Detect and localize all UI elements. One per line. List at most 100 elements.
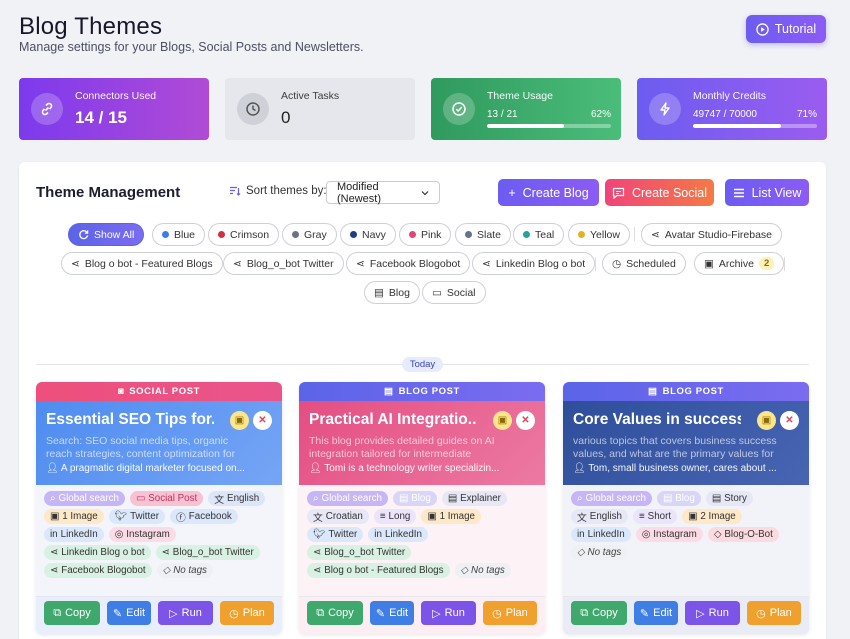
- filter-archive[interactable]: ▣ Archive 2: [694, 252, 785, 275]
- share-icon: ⋖: [356, 257, 365, 270]
- plan-button[interactable]: ◷ Plan: [483, 601, 537, 625]
- refresh-icon: [78, 229, 89, 240]
- filter-blue[interactable]: Blue: [152, 223, 206, 246]
- progress-bar: [693, 124, 817, 128]
- stat-percent: 62%: [590, 109, 611, 120]
- chevron-down-icon: [421, 190, 429, 196]
- plan-button[interactable]: ◷ Plan: [220, 601, 274, 625]
- sort-select[interactable]: Modified (Newest): [326, 181, 440, 205]
- edit-button[interactable]: ✎ Edit: [634, 601, 678, 625]
- tag: 文 English: [571, 509, 628, 524]
- tag: 文 English: [208, 491, 266, 506]
- filter-crimson[interactable]: Crimson: [208, 223, 280, 246]
- edit-button[interactable]: ✎ Edit: [107, 601, 151, 625]
- filter-scheduled[interactable]: ◷ Scheduled: [602, 252, 686, 275]
- card-actions: ⧉ Copy ✎ Edit ▷ Run ◷ Plan: [36, 596, 282, 634]
- card-author: 👤︎ Tom, small business owner, cares abou…: [573, 463, 777, 474]
- color-dot: [523, 231, 530, 238]
- tutorial-button[interactable]: Tutorial: [746, 15, 826, 43]
- tag: ⋖ Blog_o_bot Twitter: [307, 545, 412, 560]
- create-blog-button[interactable]: + Create Blog: [498, 179, 599, 206]
- filter-blog[interactable]: ▤ Blog: [364, 281, 420, 304]
- archive-button[interactable]: ▣: [493, 411, 512, 430]
- card-hero: Practical AI Integratio... This blog pro…: [299, 401, 545, 485]
- sort-label: Sort themes by:: [229, 185, 327, 197]
- color-dot: [292, 231, 299, 238]
- tag: ◇ No tags: [571, 545, 628, 560]
- user-icon: 👤︎: [573, 463, 589, 474]
- archive-button[interactable]: ▣: [757, 411, 776, 430]
- list-view-button[interactable]: List View: [725, 179, 809, 206]
- card-type-banner: ▤ BLOG POST: [299, 382, 545, 401]
- clock-icon: ◷: [612, 257, 622, 270]
- run-button[interactable]: ▷ Run: [421, 601, 476, 625]
- filter-navy[interactable]: Navy: [340, 223, 396, 246]
- tag: ▣ 2 Image: [682, 509, 742, 524]
- filter-connector-avatar-studio[interactable]: ⋖ Avatar Studio-Firebase: [641, 223, 783, 246]
- stat-connectors: Connectors Used 14 / 15: [19, 78, 209, 140]
- filter-show-all[interactable]: Show All: [68, 223, 145, 246]
- close-button[interactable]: ✕: [253, 411, 272, 430]
- card-actions: ⧉ Copy ✎ Edit ▷ Run ◷ Plan: [299, 596, 545, 634]
- filter-connector-linkedin[interactable]: ⋖ Linkedin Blog o bot: [472, 252, 596, 275]
- stat-label: Theme Usage: [487, 90, 553, 102]
- filter-yellow[interactable]: Yellow: [568, 223, 630, 246]
- card-actions: ⧉ Copy ✎ Edit ▷ Run ◷ Plan: [563, 596, 809, 634]
- tag: ◇ No tags: [156, 563, 213, 578]
- filter-connector-twitter[interactable]: ⋖ Blog_o_bot Twitter: [223, 252, 344, 275]
- tag: ▤ Blog: [392, 491, 437, 506]
- tag: 文 Croatian: [307, 509, 369, 524]
- share-icon: ⋖: [71, 257, 80, 270]
- stat-value: 49747 / 70000: [693, 109, 757, 120]
- card-hero: Essential SEO Tips for... Search: SEO so…: [36, 401, 282, 485]
- tag: ▤ Story: [705, 491, 753, 506]
- card-tags: ⌕ Global search ▤ Blog ▤ Story 文 English…: [563, 485, 809, 596]
- copy-button[interactable]: ⧉ Copy: [307, 601, 363, 625]
- close-button[interactable]: ✕: [780, 411, 799, 430]
- archive-button[interactable]: ▣: [230, 411, 249, 430]
- tag: ▣ 1 Image: [421, 509, 482, 524]
- card-description: This blog provides detailed guides on AI…: [309, 435, 495, 460]
- message-icon: ◙: [117, 386, 125, 397]
- tag: ⌕ Global search: [571, 491, 652, 506]
- sort-icon: [229, 185, 241, 197]
- color-dot: [578, 231, 585, 238]
- document-icon: ▤: [374, 286, 384, 299]
- stat-monthly-credits: Monthly Credits 49747 / 70000 71%: [637, 78, 827, 140]
- filter-slate[interactable]: Slate: [455, 223, 511, 246]
- theme-card[interactable]: ▤ BLOG POST Practical AI Integratio... Th…: [299, 382, 545, 634]
- run-button[interactable]: ▷ Run: [685, 601, 740, 625]
- card-title: Practical AI Integratio...: [309, 411, 477, 428]
- copy-button[interactable]: ⧉ Copy: [44, 601, 100, 625]
- progress-fill: [487, 124, 564, 128]
- run-button[interactable]: ▷ Run: [158, 601, 213, 625]
- filter-pink[interactable]: Pink: [399, 223, 452, 246]
- progress-fill: [693, 124, 782, 128]
- theme-card[interactable]: ▤ BLOG POST Core Values in success variou…: [563, 382, 809, 634]
- filter-connector-facebook[interactable]: ⋖ Facebook Blogobot: [346, 252, 471, 275]
- create-social-button[interactable]: Create Social: [605, 179, 714, 206]
- tag: ⋖ Blog_o_bot Twitter: [155, 545, 260, 560]
- theme-card[interactable]: ◙ SOCIAL POST Essential SEO Tips for... S…: [36, 382, 282, 634]
- lightning-icon: [649, 93, 681, 125]
- color-dot: [350, 231, 357, 238]
- color-dot: [162, 231, 169, 238]
- card-title: Core Values in success: [573, 411, 741, 428]
- archive-icon: ▣: [704, 257, 714, 270]
- tutorial-label: Tutorial: [774, 22, 817, 36]
- color-dot: [218, 231, 225, 238]
- tag: ⌕ Global search: [44, 491, 125, 506]
- filter-connector-featured-blogs[interactable]: ⋖ Blog o bot - Featured Blogs: [61, 252, 223, 275]
- close-button[interactable]: ✕: [516, 411, 535, 430]
- copy-button[interactable]: ⧉ Copy: [571, 601, 627, 625]
- stat-theme-usage: Theme Usage 13 / 21 62%: [431, 78, 621, 140]
- filter-gray[interactable]: Gray: [282, 223, 337, 246]
- filter-teal[interactable]: Teal: [513, 223, 565, 246]
- stat-label: Connectors Used: [75, 90, 157, 102]
- filter-social[interactable]: ▭ Social: [422, 281, 486, 304]
- edit-button[interactable]: ✎ Edit: [370, 601, 414, 625]
- stat-label: Monthly Credits: [693, 90, 766, 102]
- card-author: 👤︎ A pragmatic digital marketer focused …: [46, 463, 245, 474]
- plan-button[interactable]: ◷ Plan: [747, 601, 801, 625]
- card-type-banner: ▤ BLOG POST: [563, 382, 809, 401]
